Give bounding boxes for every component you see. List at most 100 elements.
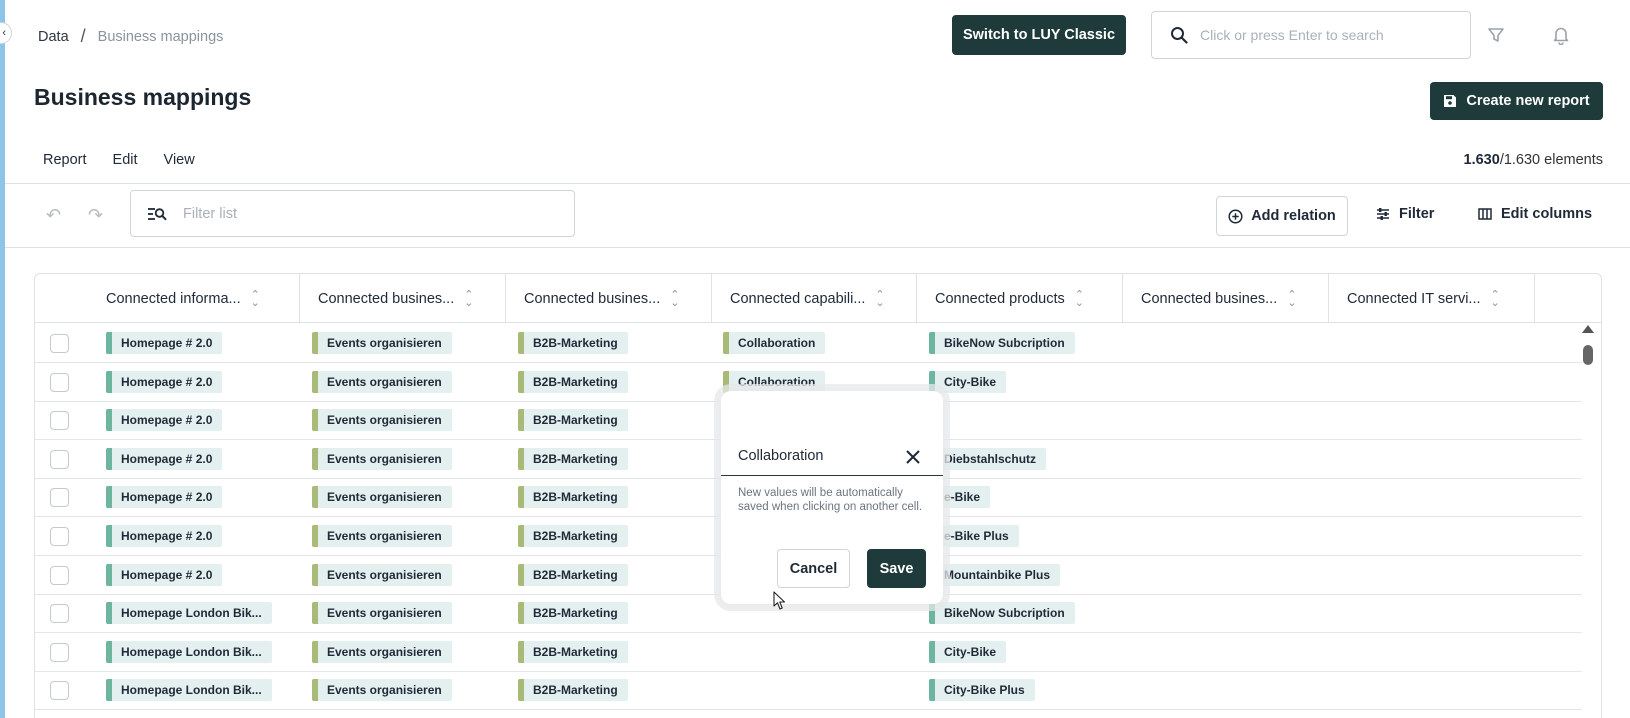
relation-tag[interactable]: B2B-Marketing: [518, 525, 628, 547]
row-checkbox[interactable]: [50, 604, 69, 624]
row-checkbox[interactable]: [50, 372, 69, 392]
relation-tag[interactable]: City-Bike: [929, 640, 1007, 663]
column-header[interactable]: Connected busines... ⌃ ⌄: [1123, 274, 1329, 323]
cell-value-input[interactable]: [738, 448, 898, 464]
create-report-label: Create new report: [1466, 93, 1590, 109]
relation-tag[interactable]: Events organisieren: [312, 332, 452, 354]
bell-icon[interactable]: [1550, 24, 1572, 46]
edit-columns-button[interactable]: Edit columns: [1478, 206, 1592, 222]
redo-icon[interactable]: ↷: [88, 205, 103, 226]
breadcrumb: Data / Business mappings: [38, 26, 223, 47]
relation-tag[interactable]: Events organisieren: [312, 602, 452, 625]
sort-icon[interactable]: ⌃ ⌄: [251, 289, 260, 308]
relation-tag[interactable]: Homepage London Bik...: [106, 640, 272, 663]
relation-tag[interactable]: Events organisieren: [312, 486, 452, 509]
relation-tag[interactable]: Events organisieren: [312, 370, 452, 393]
scrollbar-thumb[interactable]: [1583, 345, 1593, 365]
relation-tag[interactable]: Events organisieren: [312, 525, 452, 547]
relation-tag[interactable]: B2B-Marketing: [518, 332, 628, 354]
relation-tag[interactable]: B2B-Marketing: [518, 563, 628, 586]
column-header[interactable]: Connected busines... ⌃ ⌄: [300, 274, 506, 323]
row-checkbox[interactable]: [50, 411, 69, 431]
sort-icon[interactable]: ⌃ ⌄: [1287, 289, 1296, 308]
relation-tag[interactable]: Events organisieren: [312, 679, 452, 702]
relation-tag[interactable]: Collaboration: [723, 370, 826, 393]
close-icon[interactable]: [904, 448, 922, 466]
breadcrumb-current: Business mappings: [97, 28, 224, 45]
relation-tag[interactable]: City-Bike: [929, 370, 1007, 393]
relation-tag[interactable]: Homepage # 2.0: [106, 563, 223, 586]
relation-tag[interactable]: Mountainbike Plus: [929, 563, 1061, 586]
relation-tag[interactable]: Collaboration: [723, 332, 826, 354]
relation-tag[interactable]: BikeNow Subcription: [929, 332, 1075, 354]
sort-icon[interactable]: ⌃ ⌄: [875, 289, 884, 308]
row-checkbox[interactable]: [50, 642, 69, 662]
save-button[interactable]: Save: [867, 549, 926, 588]
relation-tag[interactable]: B2B-Marketing: [518, 486, 628, 509]
relation-tag[interactable]: Events organisieren: [312, 640, 452, 663]
sort-icon[interactable]: ⌃ ⌄: [464, 289, 473, 308]
table-row[interactable]: Homepage London Bik... Events organisiere…: [35, 670, 1582, 711]
column-header[interactable]: Connected capabili... ⌃ ⌄: [712, 274, 917, 323]
column-header[interactable]: Connected products ⌃ ⌄: [917, 274, 1123, 323]
global-search-input[interactable]: [1200, 27, 1450, 43]
relation-tag[interactable]: City-Bike Plus: [929, 679, 1035, 702]
row-checkbox[interactable]: [50, 681, 69, 701]
relation-tag[interactable]: BikeNow Subcription: [929, 602, 1075, 625]
relation-tag[interactable]: Events organisieren: [312, 563, 452, 586]
relation-tag[interactable]: B2B-Marketing: [518, 409, 628, 432]
column-header[interactable]: Connected informa... ⌃ ⌄: [88, 274, 300, 323]
switch-classic-button[interactable]: Switch to LUY Classic: [952, 15, 1126, 55]
global-search[interactable]: [1151, 11, 1471, 59]
relation-tag[interactable]: B2B-Marketing: [518, 370, 628, 393]
column-header[interactable]: Connected busines... ⌃ ⌄: [506, 274, 712, 323]
collapse-sidebar-icon[interactable]: ‹: [0, 22, 12, 44]
page-title: Business mappings: [34, 84, 252, 110]
row-checkbox[interactable]: [50, 527, 69, 546]
add-relation-button[interactable]: Add relation: [1216, 196, 1348, 236]
relation-tag[interactable]: Diebstahlschutz: [929, 447, 1047, 470]
table-row[interactable]: Homepage # 2.0 Events organisieren B2B-Mar…: [35, 323, 1582, 363]
funnel-icon[interactable]: [1485, 24, 1507, 46]
relation-tag[interactable]: Events organisieren: [312, 447, 452, 470]
sort-icon[interactable]: ⌃ ⌄: [1075, 289, 1084, 308]
element-count-shown: 1.630: [1463, 152, 1500, 168]
relation-tag[interactable]: Homepage # 2.0: [106, 447, 223, 470]
divider: [5, 183, 1630, 184]
menu-view[interactable]: View: [164, 152, 195, 168]
column-header-label: Connected busines...: [318, 290, 455, 307]
relation-tag[interactable]: Homepage # 2.0: [106, 370, 223, 393]
scroll-up-arrow[interactable]: [1582, 325, 1594, 333]
menu-edit[interactable]: Edit: [113, 152, 138, 168]
row-checkbox[interactable]: [50, 488, 69, 508]
sort-icon[interactable]: ⌃ ⌄: [670, 289, 679, 308]
undo-icon[interactable]: ↶: [46, 205, 61, 226]
table-row[interactable]: Homepage London Bik... Events organisiere…: [35, 632, 1582, 672]
filter-list-input[interactable]: [183, 205, 563, 222]
filter-label: Filter: [1399, 206, 1435, 222]
row-checkbox[interactable]: [50, 449, 69, 469]
create-report-button[interactable]: Create new report: [1430, 82, 1603, 120]
menu-report[interactable]: Report: [43, 152, 87, 168]
relation-tag[interactable]: Homepage # 2.0: [106, 525, 223, 547]
filter-list-icon: [148, 207, 167, 220]
relation-tag[interactable]: Homepage # 2.0: [106, 332, 223, 354]
relation-tag[interactable]: B2B-Marketing: [518, 679, 628, 702]
relation-tag[interactable]: Homepage # 2.0: [106, 486, 223, 509]
filter-list[interactable]: [130, 190, 575, 237]
relation-tag[interactable]: B2B-Marketing: [518, 447, 628, 470]
relation-tag[interactable]: Homepage London Bik...: [106, 602, 272, 625]
relation-tag[interactable]: Homepage # 2.0: [106, 409, 223, 432]
relation-tag[interactable]: B2B-Marketing: [518, 640, 628, 663]
column-header[interactable]: Connected IT servi... ⌃ ⌄: [1329, 274, 1535, 323]
row-checkbox[interactable]: [50, 565, 69, 585]
breadcrumb-data-link[interactable]: Data: [38, 29, 69, 45]
relation-tag[interactable]: Homepage London Bik...: [106, 679, 272, 702]
relation-tag[interactable]: B2B-Marketing: [518, 602, 628, 625]
filter-button[interactable]: Filter: [1376, 206, 1434, 222]
row-checkbox[interactable]: [50, 334, 69, 353]
divider: [5, 247, 1630, 248]
sort-icon[interactable]: ⌃ ⌄: [1491, 289, 1500, 308]
cancel-button[interactable]: Cancel: [777, 549, 850, 588]
relation-tag[interactable]: Events organisieren: [312, 409, 452, 432]
